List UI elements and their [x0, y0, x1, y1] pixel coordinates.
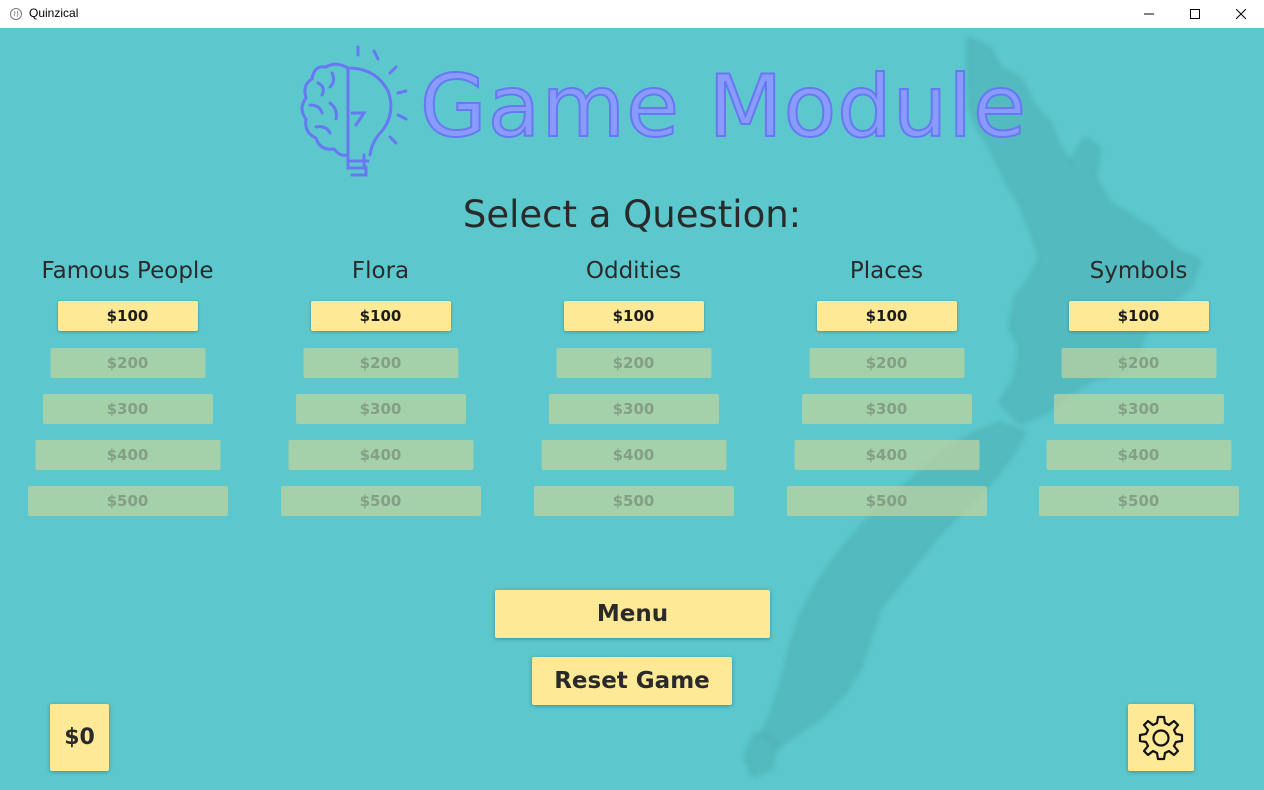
question-button: $200 — [1061, 348, 1216, 378]
reset-game-button[interactable]: Reset Game — [532, 657, 732, 705]
question-button[interactable]: $100 — [310, 301, 451, 331]
question-button: $200 — [556, 348, 711, 378]
category-title: Symbols — [1089, 258, 1188, 284]
window-title: Quinzical — [29, 6, 79, 20]
question-button: $500 — [533, 486, 734, 516]
minimize-icon — [1144, 13, 1154, 15]
question-button: $500 — [27, 486, 228, 516]
brain-lightbulb-icon — [300, 45, 408, 177]
question-button[interactable]: $100 — [1068, 301, 1209, 331]
question-button: $300 — [801, 394, 972, 424]
question-button: $400 — [794, 440, 979, 470]
settings-button[interactable] — [1128, 704, 1194, 771]
question-button: $200 — [303, 348, 458, 378]
question-button: $500 — [280, 486, 481, 516]
question-button: $500 — [786, 486, 987, 516]
category-title: Flora — [351, 258, 410, 284]
category-column: Places $100 $200 $300 $400 $500 — [760, 256, 1013, 516]
question-button[interactable]: $100 — [57, 301, 198, 331]
category-column: Flora $100 $200 $300 $400 $500 — [254, 256, 507, 516]
brain-icon — [10, 8, 22, 20]
question-button: $200 — [50, 348, 205, 378]
select-question-prompt: Select a Question: — [462, 193, 802, 236]
category-column: Famous People $100 $200 $300 $400 $500 — [1, 256, 254, 516]
minimize-button[interactable] — [1126, 0, 1172, 28]
question-button[interactable]: $100 — [816, 301, 957, 331]
maximize-icon — [1190, 9, 1200, 19]
gear-icon — [1138, 715, 1184, 760]
question-button: $300 — [548, 394, 719, 424]
game-screen: Game Module Select a Question: Famous Pe… — [0, 28, 1264, 790]
menu-button[interactable]: Menu — [495, 590, 770, 638]
question-button: $200 — [809, 348, 964, 378]
score-display: $0 — [50, 704, 109, 771]
question-button: $400 — [1046, 440, 1231, 470]
category-title: Famous People — [41, 258, 214, 284]
category-column: Symbols $100 $200 $300 $400 $500 — [1012, 256, 1264, 516]
close-button[interactable] — [1218, 0, 1264, 28]
category-title: Oddities — [585, 258, 682, 284]
category-column: Oddities $100 $200 $300 $400 $500 — [507, 256, 760, 516]
category-title: Places — [849, 258, 924, 284]
maximize-button[interactable] — [1172, 0, 1218, 28]
question-button: $400 — [288, 440, 473, 470]
question-button: $500 — [1038, 486, 1239, 516]
question-button: $300 — [295, 394, 466, 424]
question-button: $400 — [35, 440, 220, 470]
window-titlebar: Quinzical — [0, 0, 1264, 28]
question-button[interactable]: $100 — [563, 301, 704, 331]
question-button: $400 — [541, 440, 726, 470]
question-button: $300 — [1053, 394, 1224, 424]
question-button: $300 — [42, 394, 213, 424]
page-title: Game Module — [419, 57, 1028, 157]
close-icon — [1236, 9, 1246, 19]
